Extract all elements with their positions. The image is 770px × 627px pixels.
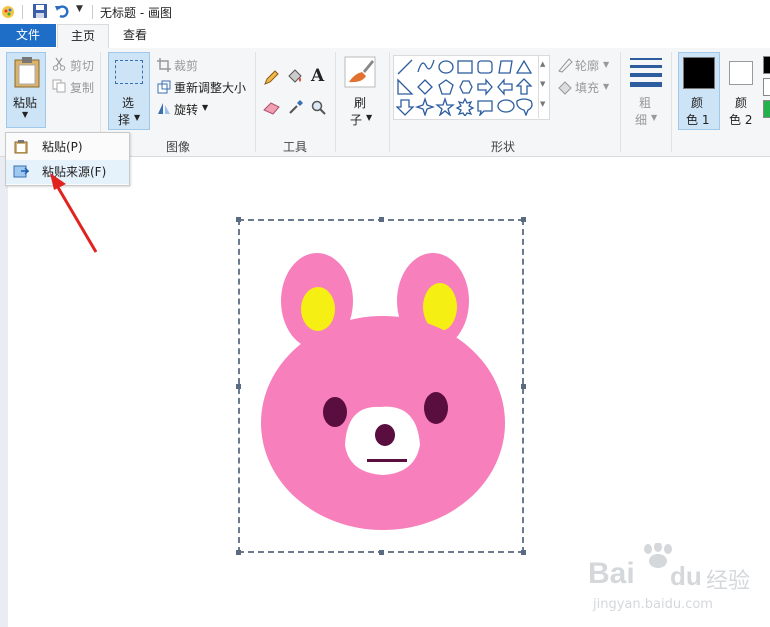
- scroll-up-icon[interactable]: ▲: [540, 60, 545, 68]
- size-line-4: [630, 82, 662, 87]
- menu-item-paste-label: 粘贴(P): [42, 140, 83, 154]
- color2-swatch: [729, 61, 753, 85]
- window-title: 无标题 - 画图: [100, 6, 172, 20]
- quick-access-dropdown-icon[interactable]: ▼: [76, 4, 83, 14]
- selection-handle-br[interactable]: [521, 550, 526, 555]
- pencil-icon[interactable]: [263, 70, 279, 86]
- size-label-top: 粗: [639, 96, 652, 110]
- clipboard-icon: [14, 57, 40, 88]
- size-line-2: [630, 65, 662, 68]
- selection-handle-tr[interactable]: [521, 217, 526, 222]
- color2-label-top: 颜: [735, 96, 748, 110]
- fill-icon: [558, 81, 572, 95]
- paste-dropdown-icon: ▼: [22, 110, 29, 119]
- outline-icon: [558, 58, 573, 73]
- title-bar: ▼ 无标题 - 画图: [0, 0, 770, 24]
- outline-button[interactable]: 轮廓: [575, 57, 599, 74]
- group-label-image: 图像: [166, 140, 191, 154]
- gallery-expand-icon[interactable]: ▼: [540, 100, 545, 108]
- selection-handle-r[interactable]: [521, 384, 526, 389]
- baidu-watermark: Bai du 经验 jingyan.baidu.com: [588, 543, 768, 623]
- watermark-brand-du: du: [670, 561, 702, 591]
- watermark-cn: 经验: [706, 569, 751, 594]
- tab-file[interactable]: 文件: [0, 24, 56, 47]
- crop-icon: [157, 58, 171, 72]
- color1-label-top: 颜: [691, 96, 704, 110]
- brush-label-bottom: 子: [350, 113, 363, 127]
- save-icon[interactable]: [32, 3, 48, 19]
- rotate-button[interactable]: 旋转: [174, 101, 198, 118]
- color1-swatch: [683, 57, 715, 89]
- color-picker-icon[interactable]: [288, 99, 304, 115]
- scissors-icon: [52, 57, 66, 71]
- copy-icon: [52, 79, 66, 93]
- palette-swatch-black[interactable]: [763, 56, 770, 74]
- brush-icon: [344, 56, 376, 88]
- shapes-grid: [396, 59, 533, 116]
- outline-dropdown-icon: ▼: [603, 60, 610, 69]
- cut-button[interactable]: 剪切: [70, 57, 94, 74]
- magnifier-icon[interactable]: [311, 100, 327, 116]
- group-label-tools: 工具: [283, 140, 308, 154]
- size-line-1: [630, 58, 662, 60]
- fill-bucket-icon[interactable]: [286, 68, 304, 86]
- watermark-brand: Bai: [588, 557, 635, 590]
- palette-swatch-green[interactable]: [763, 100, 770, 118]
- paste-label: 粘贴: [13, 96, 38, 110]
- size-line-3: [630, 73, 662, 77]
- eraser-icon[interactable]: [263, 101, 281, 115]
- menu-item-paste[interactable]: 粘贴(P): [6, 135, 129, 159]
- brush-dropdown-icon: ▼: [366, 113, 373, 122]
- palette-swatch-white[interactable]: [763, 78, 770, 96]
- undo-icon[interactable]: [54, 3, 70, 19]
- selection-handle-t[interactable]: [379, 217, 384, 222]
- tab-home[interactable]: 主页: [57, 24, 109, 50]
- tab-view[interactable]: 查看: [112, 24, 158, 47]
- text-tool-icon[interactable]: A: [311, 66, 324, 86]
- copy-button[interactable]: 复制: [70, 79, 94, 96]
- selection-handle-l[interactable]: [236, 384, 241, 389]
- select-icon: [115, 60, 143, 84]
- color1-label-bottom: 色 1: [686, 113, 710, 127]
- rotate-icon: [158, 103, 170, 114]
- paste-from-icon: [13, 165, 29, 178]
- clipboard-small-icon: [14, 140, 28, 154]
- brush-label-top: 刷: [354, 96, 367, 110]
- red-arrow-annotation: [50, 173, 98, 253]
- selection-handle-bl[interactable]: [236, 550, 241, 555]
- size-dropdown-icon: ▼: [651, 113, 658, 122]
- select-dropdown-icon: ▼: [134, 113, 141, 122]
- rotate-dropdown-icon: ▼: [202, 103, 209, 112]
- selection-rectangle[interactable]: [238, 219, 524, 553]
- color2-label-bottom: 色 2: [729, 113, 753, 127]
- crop-button[interactable]: 裁剪: [174, 57, 198, 74]
- fill-button[interactable]: 填充: [575, 79, 599, 96]
- canvas-left-border: [0, 157, 8, 627]
- selection-handle-b[interactable]: [379, 550, 384, 555]
- group-label-shapes: 形状: [491, 140, 516, 154]
- paint-app-icon: [2, 6, 14, 18]
- watermark-url: jingyan.baidu.com: [593, 597, 713, 612]
- select-label-bottom: 择: [118, 113, 131, 127]
- selection-handle-tl[interactable]: [236, 217, 241, 222]
- scroll-down-icon[interactable]: ▼: [540, 80, 545, 88]
- size-label-bottom: 细: [635, 113, 648, 127]
- resize-icon: [157, 80, 171, 94]
- fill-dropdown-icon: ▼: [603, 82, 610, 91]
- select-label-top: 选: [122, 96, 135, 110]
- resize-button[interactable]: 重新调整大小: [174, 79, 246, 96]
